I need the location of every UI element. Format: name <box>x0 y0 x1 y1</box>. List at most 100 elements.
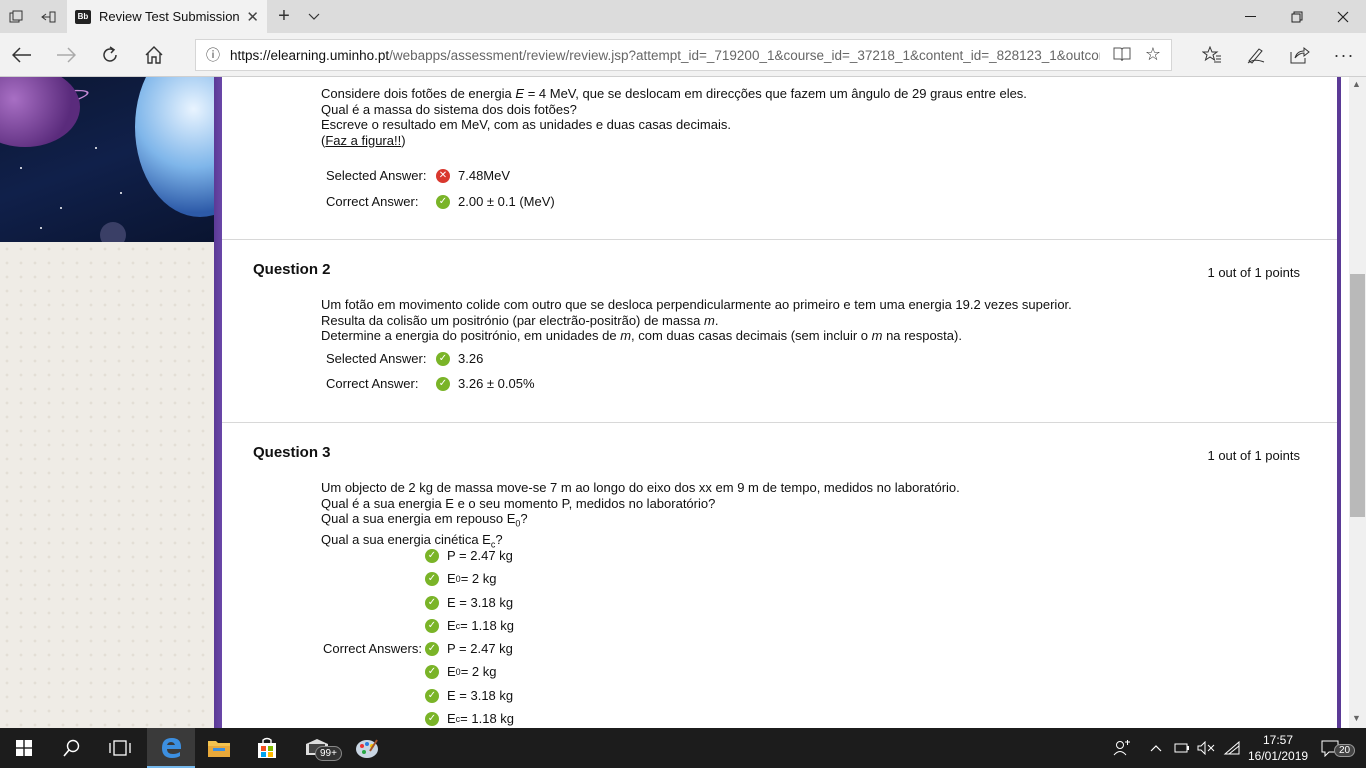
question3-line3: Qual a sua energia em repouso E0? <box>321 511 528 529</box>
close-tab-icon[interactable]: ✕ <box>246 8 259 26</box>
url-path: /webapps/assessment/review/review.jsp?at… <box>389 47 1100 63</box>
system-clock[interactable]: 17:57 16/01/2019 <box>1248 732 1308 764</box>
question3-title: Question 3 <box>253 444 331 461</box>
correct-check-icon: ✓ <box>425 595 439 610</box>
incorrect-x-icon: ✕ <box>436 168 450 183</box>
dotted-pattern <box>0 242 214 728</box>
home-icon[interactable] <box>132 33 176 77</box>
url-text[interactable]: https://elearning.uminho.pt/webapps/asse… <box>230 48 1100 63</box>
windows-taskbar: 99+ 17:57 16/01/2019 20 <box>0 728 1366 768</box>
correct-answer-value: 2.00 ± 0.1 (MeV) <box>458 194 555 209</box>
clock-time: 17:57 <box>1262 733 1294 747</box>
forward-arrow-icon[interactable] <box>44 33 88 77</box>
store-badge-count: 99+ <box>315 746 342 761</box>
question3-text: Um objecto de 2 kg de massa move-se 7 m … <box>321 480 1321 553</box>
correct-check-icon: ✓ <box>425 688 439 703</box>
tab-preview-icon[interactable] <box>0 0 32 33</box>
people-icon[interactable] <box>1113 728 1137 768</box>
more-options-icon[interactable]: ··· <box>1322 33 1366 77</box>
question3-correct-answer-3: ✓ E = 3.18 kg <box>425 688 513 703</box>
question2-text: Um fotão em movimento colide com outro q… <box>321 297 1321 344</box>
refresh-icon[interactable] <box>88 33 132 77</box>
share-icon[interactable] <box>1278 33 1322 77</box>
selected-answer-value: 3.26 <box>458 351 484 366</box>
favorites-hub-icon[interactable] <box>1190 33 1234 77</box>
space-banner-image <box>0 77 214 242</box>
tab-review-test-submission[interactable]: Bb Review Test Submission ✕ <box>67 0 267 33</box>
file-explorer-icon[interactable] <box>195 728 243 768</box>
question1-selected-answer: Selected Answer: ✕ 7.48MeV <box>326 168 510 183</box>
question3-line2: Qual é a sua energia E e o seu momento P… <box>321 495 716 511</box>
mail-app-icon[interactable]: 99+ <box>291 728 343 768</box>
question2-correct-answer: Correct Answer: ✓ 3.26 ± 0.05% <box>326 376 535 391</box>
question-divider <box>222 239 1337 240</box>
page-viewport: Considere dois fotões de energia E = 4 M… <box>0 77 1366 728</box>
site-info-icon[interactable]: ⓘ <box>196 45 230 65</box>
close-window-icon[interactable] <box>1320 0 1366 33</box>
favorite-star-icon[interactable]: ☆ <box>1145 44 1161 65</box>
windows-start-icon[interactable] <box>0 728 48 768</box>
correct-check-icon: ✓ <box>425 571 439 586</box>
restore-icon[interactable] <box>1274 0 1320 33</box>
question2-line1: Um fotão em movimento colide com outro q… <box>321 297 1072 312</box>
question-divider <box>222 422 1337 423</box>
correct-check-icon: ✓ <box>425 618 439 633</box>
show-hidden-icons-chevron-icon[interactable] <box>1150 728 1168 768</box>
back-arrow-icon[interactable] <box>0 33 44 77</box>
question2-points: 1 out of 1 points <box>1207 265 1300 280</box>
question1-line3: Escreve o resultado em MeV, com as unida… <box>321 117 731 132</box>
task-view-icon[interactable] <box>96 728 144 768</box>
question3-selected-answer-2: ✓ E0 = 2 kg <box>425 571 496 586</box>
question3-correct-answer-4: ✓ Ec = 1.18 kg <box>425 711 514 726</box>
search-icon[interactable] <box>48 728 96 768</box>
correct-check-icon: ✓ <box>425 548 439 563</box>
correct-answer-label: Correct Answer: <box>326 376 419 391</box>
minimize-icon[interactable] <box>1228 0 1274 33</box>
faz-a-figura-link[interactable]: Faz a figura!! <box>325 133 401 148</box>
correct-check-icon: ✓ <box>425 641 439 656</box>
tab-bar: Bb Review Test Submission ✕ + <box>0 0 1366 33</box>
correct-answer-label: Correct Answer: <box>326 194 419 209</box>
question3-points: 1 out of 1 points <box>1207 448 1300 463</box>
set-aside-tabs-icon[interactable] <box>32 0 64 33</box>
scroll-up-arrow-icon[interactable]: ▲ <box>1352 79 1361 89</box>
battery-icon[interactable] <box>1174 728 1192 768</box>
wifi-icon[interactable] <box>1223 728 1243 768</box>
star <box>60 207 62 209</box>
correct-check-icon: ✓ <box>436 351 450 366</box>
purple-planet <box>0 77 80 147</box>
new-tab-icon[interactable]: + <box>268 0 300 33</box>
question3-line1: Um objecto de 2 kg de massa move-se 7 m … <box>321 480 960 495</box>
action-center-icon[interactable]: 20 <box>1320 728 1356 768</box>
scrollbar-thumb[interactable] <box>1350 274 1365 517</box>
question3-selected-answer-1: ✓ P = 2.47 kg <box>425 548 513 563</box>
selected-answer-label: Selected Answer: <box>326 168 427 183</box>
reading-view-icon[interactable] <box>1113 46 1131 66</box>
question3-correct-answer-1: ✓ P = 2.47 kg <box>425 641 513 656</box>
question3-correct-answers-label: Correct Answers: <box>323 641 422 656</box>
question2-line3: Determine a energia do positrónio, em un… <box>321 328 962 343</box>
correct-check-icon: ✓ <box>425 711 439 726</box>
store-icon[interactable] <box>243 728 291 768</box>
correct-check-icon: ✓ <box>436 376 450 391</box>
star <box>120 192 122 194</box>
edge-browser-icon[interactable] <box>147 728 195 768</box>
question2-selected-answer: Selected Answer: ✓ 3.26 <box>326 351 483 366</box>
question1-text: Considere dois fotões de energia E = 4 M… <box>321 86 1301 148</box>
tab-list-chevron-icon[interactable] <box>298 0 330 33</box>
question3-correct-answer-2: ✓ E0 = 2 kg <box>425 664 496 679</box>
url-host: https://elearning.uminho.pt <box>230 47 390 63</box>
selected-answer-label: Selected Answer: <box>326 351 427 366</box>
review-content: Considere dois fotões de energia E = 4 M… <box>222 77 1337 728</box>
question1-correct-answer: Correct Answer: ✓ 2.00 ± 0.1 (MeV) <box>326 194 555 209</box>
star <box>20 167 22 169</box>
address-toolbar: ⓘ https://elearning.uminho.pt/webapps/as… <box>0 33 1366 77</box>
question1-line4: (Faz a figura!!) <box>321 132 406 148</box>
address-bar[interactable]: ⓘ https://elearning.uminho.pt/webapps/as… <box>195 39 1172 71</box>
clock-date: 16/01/2019 <box>1248 749 1309 763</box>
volume-muted-icon[interactable] <box>1197 728 1217 768</box>
paint-app-icon[interactable] <box>343 728 391 768</box>
web-note-pen-icon[interactable] <box>1234 33 1278 77</box>
scroll-down-arrow-icon[interactable]: ▼ <box>1352 713 1361 723</box>
content-right-border <box>1337 77 1341 728</box>
